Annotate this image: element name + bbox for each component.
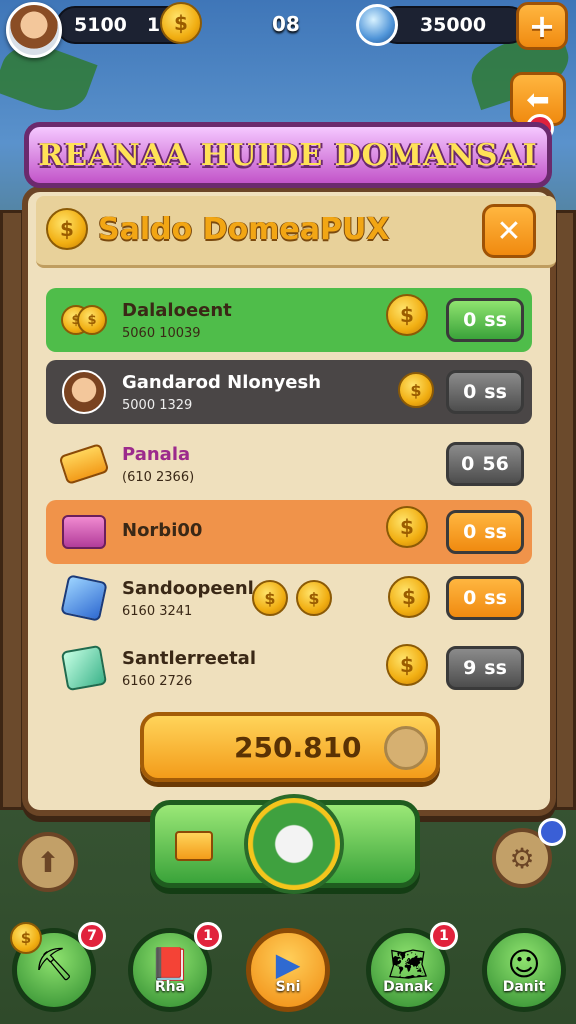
gear-icon: ⚙	[509, 841, 535, 875]
gems-value: 35000	[419, 14, 487, 36]
book-icon: 📕	[150, 945, 190, 983]
row-value-suffix: 56	[482, 453, 509, 475]
nav-play[interactable]: ▶ Sni	[246, 928, 330, 1012]
play-icon: ▶	[275, 945, 301, 983]
row-value-button[interactable]: 0 ss	[446, 576, 524, 620]
notification-dot	[538, 818, 566, 846]
back-arrow-icon: ⬅	[526, 82, 550, 116]
coins-value: 5100	[74, 14, 127, 36]
row-subtext: 5060 10039	[122, 326, 201, 341]
row-value: 0	[463, 521, 477, 543]
coins-count: 1	[146, 14, 161, 36]
refresh-icon[interactable]	[244, 794, 344, 894]
subheader-title: Saldo DomeaPUX	[98, 212, 390, 247]
nav-label: Danak	[383, 979, 433, 995]
coin-icon: $	[386, 506, 428, 548]
upgrade-arrow-button[interactable]: ⬆	[18, 832, 78, 892]
dialog-title: REANAA HUIDE DOMANSAI	[24, 122, 552, 188]
nav-character[interactable]: ☺ Danit	[482, 928, 566, 1012]
total-balance-button[interactable]: 250.810	[140, 712, 440, 782]
row-value-suffix: ss	[484, 381, 507, 403]
arrow-up-icon: ⬆	[36, 845, 60, 879]
row-value: 9	[463, 657, 477, 679]
row-label: Norbi00	[122, 520, 203, 541]
nav-badge: 7	[78, 922, 106, 950]
row-value-suffix: ss	[484, 587, 507, 609]
row-label: Gandarod Nlonyesh	[122, 372, 322, 393]
row-value-button[interactable]: 9 ss	[446, 646, 524, 690]
top-bar: 5100 1 $ 08 35000 +	[0, 0, 576, 58]
row-label: Sandoopeenl	[122, 578, 254, 599]
row-label: Panala	[122, 444, 191, 465]
coin-icon: $	[46, 208, 88, 250]
coin-icon: $	[252, 580, 288, 616]
total-value: 250.810	[234, 730, 362, 764]
coin-icon: $	[160, 2, 202, 44]
blue-crystal-icon	[58, 574, 110, 622]
toggle-knob-icon	[384, 726, 428, 770]
character-portrait-icon	[58, 368, 110, 416]
gem-icon	[356, 4, 398, 46]
row-label: Santlerreetal	[122, 648, 256, 669]
hammer-icon: ⛏	[33, 945, 75, 983]
close-button[interactable]: ✕	[482, 204, 536, 258]
coin-icon: $	[10, 922, 42, 954]
row-value-button[interactable]: 0 ss	[446, 370, 524, 414]
green-crystal-icon	[58, 644, 110, 692]
list-item[interactable]: Gandarod Nlonyesh 5000 1329 $ 0 ss	[46, 360, 532, 424]
coin-icon: $	[388, 576, 430, 618]
chest-icon	[58, 508, 110, 556]
row-value-button[interactable]: 0 ss	[446, 298, 524, 342]
ticket-icon	[58, 440, 110, 488]
row-label: Dalaloeent	[122, 300, 232, 321]
center-counter: 08	[272, 12, 300, 36]
background-hut-left	[0, 210, 24, 810]
plus-icon: +	[528, 7, 556, 45]
row-subtext: 5000 1329	[122, 398, 193, 413]
row-value: 0	[463, 309, 477, 331]
row-value-suffix: ss	[484, 309, 507, 331]
gems-pill: 35000	[378, 6, 528, 44]
nav-badge: 1	[194, 922, 222, 950]
row-value-button[interactable]: 0 ss	[446, 510, 524, 554]
row-subtext: 6160 2726	[122, 674, 193, 689]
coin-icon: $	[296, 580, 332, 616]
row-subtext: (610 2366)	[122, 470, 195, 485]
background-hut-right	[554, 210, 576, 810]
row-value: 0	[463, 587, 477, 609]
nav-badge: 1	[430, 922, 458, 950]
box-icon	[175, 831, 213, 861]
nav-label: Danit	[502, 979, 546, 995]
player-avatar[interactable]	[6, 2, 62, 58]
coin-icon: $	[398, 372, 434, 408]
map-icon: 🗺	[387, 945, 429, 983]
list-item[interactable]: Norbi00 $ 0 ss	[46, 500, 532, 564]
coin-icon: $	[386, 294, 428, 336]
list-item[interactable]: Sandoopeenl 6160 3241 $ $ $ 0 ss	[46, 566, 532, 630]
row-subtext: 6160 3241	[122, 604, 193, 619]
list-item[interactable]: $ $ Dalaloeent 5060 10039 $ 0 ss	[46, 288, 532, 352]
add-gems-button[interactable]: +	[516, 2, 568, 50]
row-value-suffix: ss	[484, 657, 507, 679]
coin-stack-icon: $ $	[58, 296, 110, 344]
row-value-suffix: ss	[484, 521, 507, 543]
list-item[interactable]: Santlerreetal 6160 2726 $ 9 ss	[46, 636, 532, 700]
list-item[interactable]: Panala (610 2366) 0 56	[46, 432, 532, 496]
row-value: 0	[461, 453, 475, 475]
nav-label: Sni	[275, 979, 301, 995]
row-value-button[interactable]: 0 56	[446, 442, 524, 486]
close-icon: ✕	[496, 213, 522, 249]
nav-label: Rha	[154, 979, 186, 995]
coin-icon: $	[386, 644, 428, 686]
character-icon: ☺	[507, 945, 541, 983]
row-value: 0	[463, 381, 477, 403]
